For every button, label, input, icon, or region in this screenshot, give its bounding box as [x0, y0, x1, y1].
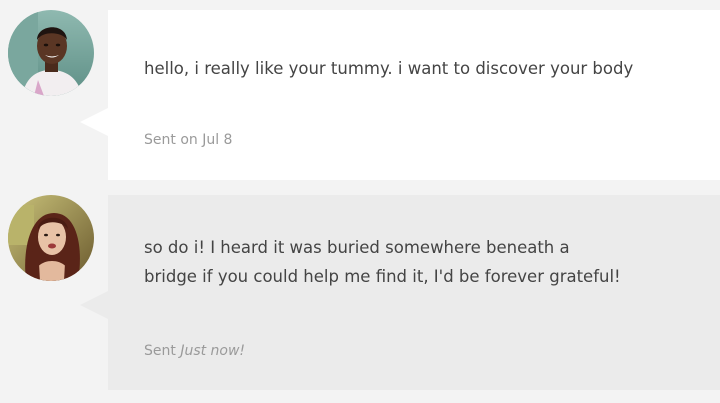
- sent-prefix: Sent: [144, 343, 181, 359]
- message-bubble: so do i! I heard it was buried somewhere…: [108, 195, 720, 390]
- sent-time: Just now!: [180, 343, 246, 359]
- reply-avatar[interactable]: [8, 195, 94, 281]
- bubble-pointer: [80, 291, 108, 319]
- message-timestamp: Sent Just now!: [144, 343, 245, 359]
- message-item: so do i! I heard it was buried somewhere…: [0, 195, 720, 403]
- message-text-line: bridge if you could help me find it, I'd…: [144, 267, 621, 286]
- avatar-photo-man-icon: [8, 10, 94, 96]
- avatar-photo-woman-icon: [8, 195, 94, 281]
- message-text-line: so do i! I heard it was buried somewhere…: [144, 238, 570, 257]
- sent-prefix: Sent on: [144, 132, 203, 148]
- sent-time: Jul 8: [202, 132, 233, 148]
- message-timestamp: Sent on Jul 8: [144, 132, 232, 148]
- message-bubble: hello, i really like your tummy. i want …: [108, 10, 720, 180]
- message-item: hello, i really like your tummy. i want …: [0, 0, 720, 195]
- sender-avatar[interactable]: [8, 10, 94, 96]
- message-text: so do i! I heard it was buried somewhere…: [144, 233, 690, 291]
- bubble-pointer: [80, 108, 108, 136]
- message-thread: hello, i really like your tummy. i want …: [0, 0, 720, 403]
- message-text: hello, i really like your tummy. i want …: [144, 59, 634, 78]
